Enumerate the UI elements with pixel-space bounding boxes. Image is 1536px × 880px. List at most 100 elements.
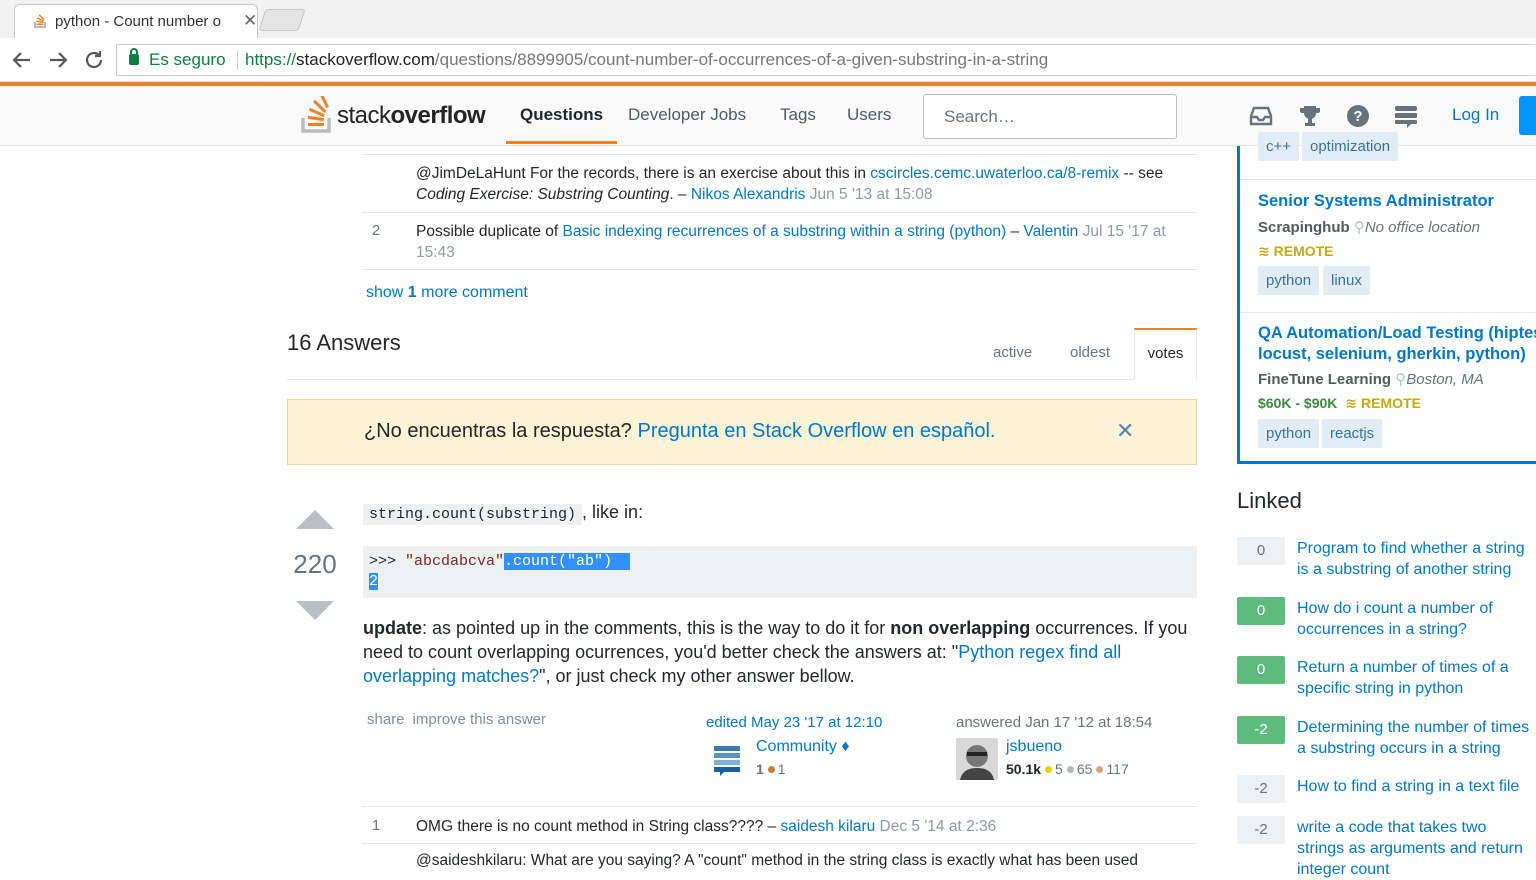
forward-arrow-icon[interactable] [44,46,72,74]
notice-link[interactable]: Pregunta en Stack Overflow en español. [638,420,996,442]
wifi-icon: ≋ [1345,395,1362,411]
tab-close-icon[interactable]: ✕ [243,11,257,31]
address-bar[interactable]: Es seguro https://stackoverflow.com/ques… [116,44,1536,76]
user-avatar[interactable] [956,738,998,780]
linked-item[interactable]: -2 write a code that takes two strings as… [1237,816,1536,878]
job-divider [1240,312,1536,313]
comment-link[interactable]: Basic indexing recurrences of a substrin… [562,223,1006,240]
back-arrow-icon[interactable] [8,46,36,74]
community-avatar[interactable] [706,738,748,780]
editor-reputation: 11 [756,761,786,777]
comment-emphasis: Coding Exercise: Substring Counting [416,186,670,203]
linked-score: 0 [1237,597,1285,625]
edited-timestamp[interactable]: edited May 23 '17 at 12:10 [706,714,882,731]
code-line: >>> "abcdabcva".count("ab") [369,552,1191,572]
close-icon[interactable]: ✕ [1116,418,1134,444]
comment-body: Possible duplicate of Basic indexing rec… [416,221,1194,263]
improve-answer-link[interactable]: improve this answer [413,711,546,728]
vote-down-arrow-icon[interactable] [296,601,334,620]
job-remote: ≋ REMOTE [1258,243,1334,260]
url-text[interactable]: https://stackoverflow.com/questions/8899… [245,50,1048,70]
tab-votes[interactable]: votes [1134,328,1197,380]
code-selection-pad [612,553,631,570]
answerer-name[interactable]: jsbueno [1006,738,1062,756]
new-tab-button[interactable] [258,9,306,31]
share-link[interactable]: share [367,711,405,728]
comment-user-link[interactable]: Nikos Alexandris [691,186,806,203]
linked-question-link[interactable]: write a code that takes two strings as a… [1297,817,1536,880]
linked-question-link[interactable]: How to find a string in a text file [1297,776,1536,797]
job-title[interactable]: Senior Systems Administrator [1258,191,1494,212]
trophy-icon[interactable] [1297,104,1323,128]
svg-text:?: ? [1353,108,1362,125]
tab-oldest[interactable]: oldest [1070,344,1110,361]
comment-text: @JimDeLaHunt For the records, there is a… [416,165,871,182]
comment-date[interactable]: Jun 5 '13 at 15:08 [810,186,933,203]
job-title[interactable]: QA Automation/Load Testing (hiptest, locu… [1258,323,1536,365]
show-more-comments-link[interactable]: show 1 more comment [366,284,528,302]
remote-label: REMOTE [1361,395,1421,411]
comment-body: @JimDeLaHunt For the records, there is a… [416,163,1194,205]
comment-link[interactable]: cscircles.cemc.uwaterloo.ca/8-remix [870,165,1119,182]
linked-question-link[interactable]: Determining the number of times a substr… [1297,717,1536,759]
tag-python[interactable]: python [1258,419,1320,448]
tag-python[interactable]: python [1258,266,1320,295]
search-input[interactable]: Search… [923,94,1177,139]
comment-user-link[interactable]: saidesh kilaru [780,818,875,835]
url-path: /questions/8899905/count-number-of-occur… [434,50,1049,69]
stackoverflow-logo-icon [301,96,331,133]
tag-linux[interactable]: linux [1323,266,1370,295]
nav-questions[interactable]: Questions [506,86,618,144]
answers-header: 16 Answers active oldest votes [287,328,1197,380]
reputation-score: 50.1k [1006,761,1042,777]
nav-users[interactable]: Users [847,86,891,144]
browser-tabstrip: python - Count number o ✕ [0,0,1536,38]
notice-text: ¿No encuentras la respuesta? Pregunta en… [364,420,996,443]
linked-item[interactable]: 0 How do i count a number of occurrences … [1237,597,1536,647]
answer-bold-text: non overlapping [890,618,1031,638]
help-icon[interactable]: ? [1345,104,1371,128]
comment-date[interactable]: Dec 5 '14 at 2:36 [880,818,997,835]
linked-item[interactable]: 0 Return a number of times of a specific … [1237,656,1536,706]
tab-active[interactable]: active [993,344,1032,361]
nav-developer-jobs[interactable]: Developer Jobs [628,86,746,144]
browser-tab[interactable]: python - Count number o ✕ [14,4,258,38]
signup-button[interactable] [1519,96,1536,135]
job-company: Scrapinghub ⚲No office location [1258,218,1480,236]
reload-icon[interactable] [80,46,108,74]
inbox-icon[interactable] [1248,104,1274,128]
post-menu: share improve this answer [367,711,554,728]
bronze-count: 1 [777,761,786,777]
tab-title: python - Count number o [55,13,221,30]
reputation-score: 1 [756,761,764,777]
editor-name[interactable]: Community ♦ [756,738,850,756]
tag-optimization[interactable]: optimization [1302,132,1399,161]
stackoverflow-logo[interactable]: stackoverflow [300,96,492,136]
linked-item[interactable]: -2 Determining the number of times a subs… [1237,716,1536,766]
vote-up-arrow-icon[interactable] [296,510,334,529]
code-string: "abcdabcva" [405,553,505,570]
vote-count: 220 [293,549,337,579]
answer-text: : as pointed up in the comments, this is… [422,618,891,638]
silver-badge-icon [1066,766,1074,774]
comment-row: @JimDeLaHunt For the records, there is a… [362,154,1197,212]
comment-body: @saideshkilaru: What are you saying? A "… [416,852,1139,869]
linked-heading: Linked [1237,488,1302,513]
spanish-site-notice: ¿No encuentras la respuesta? Pregunta en… [287,399,1197,465]
job-divider [1240,179,1536,180]
login-link[interactable]: Log In [1452,105,1499,125]
comment-row: 2 Possible duplicate of Basic indexing r… [362,212,1197,270]
tag-reactjs[interactable]: reactjs [1322,419,1383,448]
nav-tags[interactable]: Tags [780,86,816,144]
linked-question-link[interactable]: How do i count a number of occurrences i… [1297,598,1536,640]
notice-question: ¿No encuentras la respuesta? [364,420,638,442]
answer-intro: string.count(substring), like in: [363,502,643,525]
code-block: >>> "abcdabcva".count("ab") 2 [363,546,1197,598]
linked-question-link[interactable]: Return a number of times of a specific s… [1297,657,1536,699]
linked-item[interactable]: 0 Program to find whether a string is a s… [1237,537,1536,587]
stackexchange-icon[interactable] [1393,104,1419,128]
comment-user-link[interactable]: Valentin [1023,223,1078,240]
address-divider [237,51,238,69]
tag-cpp[interactable]: c++ [1258,132,1300,161]
linked-question-link[interactable]: Program to find whether a string is a su… [1297,538,1536,580]
